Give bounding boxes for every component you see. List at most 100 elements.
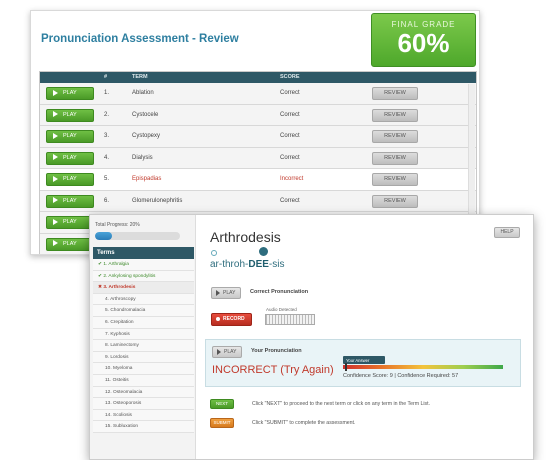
confidence-scale [343,365,503,369]
next-button[interactable]: NEXT [210,399,234,409]
row-score: Correct [280,197,300,204]
play-button[interactable]: PLAY [46,216,94,229]
phonetic-spelling: ar-throh-DEE-sis [210,259,284,270]
current-term-title: Arthrodesis [210,229,281,245]
term-list-item[interactable]: 13. Osteoporosis [93,398,194,410]
play-icon [53,154,58,161]
your-pronunciation-panel: PLAY Your Pronunciation INCORRECT (Try A… [205,339,521,387]
play-button[interactable]: PLAY [46,151,94,165]
review-button[interactable]: REVIEW [372,108,418,122]
row-term: Ablation [132,90,154,96]
play-label: PLAY [63,154,77,161]
review-row: PLAY 2. Cystocele Correct REVIEW [40,104,476,126]
syllable-dot-icon [211,250,217,256]
correct-pronunciation-label: Correct Pronunciation [250,289,309,295]
practice-window: Total Progress: 20% Terms ✔ 1. Arthralgi… [89,214,534,460]
play-button[interactable]: PLAY [46,237,94,251]
play-button[interactable]: PLAY [46,87,94,100]
your-pronunciation-label: Your Pronunciation [251,348,302,354]
review-row: PLAY 6. Glomerulonephritis Correct REVIEW [40,190,476,212]
record-label: RECORD [223,316,245,322]
row-score: Correct [280,111,300,118]
review-row: PLAY 3. Cystopexy Correct REVIEW [40,126,476,148]
phonetic-stress: DEE [248,259,269,270]
play-label: PLAY [63,90,77,96]
term-list-item[interactable]: ✖ 3. Arthrodesis [93,282,194,294]
review-row: PLAY 4. Dialysis Correct REVIEW [40,147,476,169]
play-yours-button[interactable]: PLAY [212,346,242,358]
review-button[interactable]: REVIEW [372,130,418,143]
column-header-score: SCORE [280,74,300,80]
play-button[interactable]: PLAY [46,108,94,122]
term-list-item[interactable]: 6. Crepitation [93,316,194,329]
term-list-item[interactable]: 11. Osteitis [93,374,194,387]
review-table-header: # TERM SCORE [40,72,476,83]
term-list-item[interactable]: 7. Kyphosis [93,328,194,341]
final-grade-value: 60% [397,28,450,58]
phonetic-pre: ar-throh- [210,259,249,270]
play-label: PLAY [63,219,77,225]
play-button[interactable]: PLAY [46,194,94,208]
row-number: 2. [104,111,110,118]
column-header-term: TERM [132,74,148,80]
play-icon [216,289,220,296]
review-button[interactable]: REVIEW [372,194,418,208]
play-button[interactable]: PLAY [46,173,94,186]
terms-list: ✔ 1. Arthralgia ✔ 2. Ankylosing spondylit… [93,259,194,433]
progress-label: Total Progress: 20% [95,222,140,228]
term-list-item[interactable]: 8. Laminectomy [93,340,194,352]
term-list-item[interactable]: 10. Myeloma [93,363,194,375]
review-row: PLAY 1. Ablation Correct REVIEW [40,83,476,105]
row-term: Epispadias [132,176,162,182]
row-score: Correct [280,154,300,161]
column-header-num: # [104,74,108,80]
term-list-item[interactable]: ✔ 2. Ankylosing spondylitis [93,270,194,283]
term-list-item[interactable]: 15. Subluxation [93,421,194,433]
terms-header: Terms [93,247,194,259]
play-button[interactable]: PLAY [46,130,94,143]
play-label: PLAY [223,290,236,296]
review-title: Pronunciation Assessment - Review [41,33,239,45]
submit-button[interactable]: SUBMIT [210,418,234,428]
play-icon [53,111,58,118]
phonetic-post: -sis [268,259,285,270]
play-icon [53,240,58,247]
result-text: INCORRECT (Try Again) [212,364,334,376]
confidence-marker [345,363,347,371]
row-number: 4. [104,154,110,161]
term-list-item[interactable]: ✔ 1. Arthralgia [93,259,194,271]
next-instruction: Click "NEXT" to proceed to the next term… [252,401,431,407]
progress-bar-fill [95,232,112,240]
row-number: 5. [104,176,110,182]
term-list-item[interactable]: 4. Arthroscopy [93,293,194,306]
play-icon [53,197,58,204]
term-list-item[interactable]: 5. Chondromalacia [93,305,194,317]
play-label: PLAY [63,176,77,182]
play-icon [53,132,58,139]
final-grade-box: FINAL GRADE 60% [371,13,476,67]
row-number: 1. [104,90,110,96]
row-score: Incorrect [280,176,304,182]
row-score: Correct [280,90,300,96]
record-button[interactable]: RECORD [211,313,252,326]
play-label: PLAY [63,240,77,247]
review-button[interactable]: REVIEW [372,173,418,186]
play-icon [217,348,221,355]
confidence-text: Confidence Score: 9 | Confidence Require… [343,373,459,379]
term-list-item[interactable]: 14. Scoliosis [93,409,194,422]
play-correct-button[interactable]: PLAY [211,287,241,299]
review-button[interactable]: REVIEW [372,87,418,100]
play-icon [53,218,58,225]
play-label: PLAY [224,349,237,355]
row-number: 3. [104,133,110,139]
play-icon [53,89,58,96]
term-list-item[interactable]: 12. Osteomalacia [93,386,194,399]
row-score: Correct [280,133,300,139]
help-button[interactable]: HELP [494,227,520,238]
review-button[interactable]: REVIEW [372,151,418,165]
your-answer-tag: Your Answer [343,356,385,364]
term-list-item[interactable]: 9. Lordosis [93,351,194,364]
record-icon [216,316,220,321]
play-label: PLAY [63,197,77,204]
row-term: Glomerulonephritis [132,197,183,204]
